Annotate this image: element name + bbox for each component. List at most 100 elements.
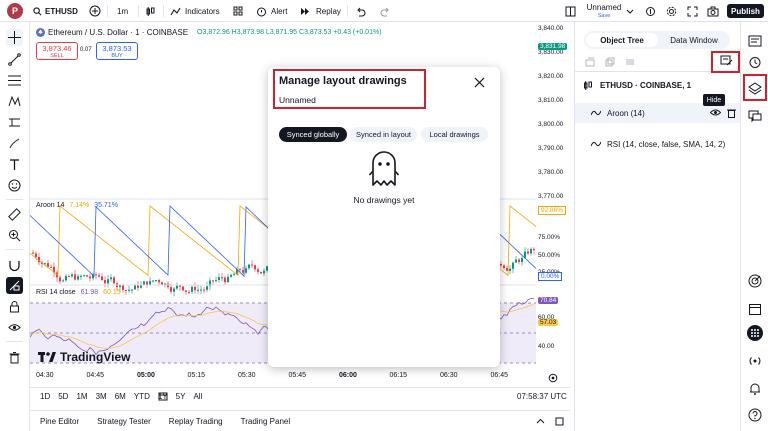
magnet-icon[interactable] <box>6 257 23 274</box>
help-icon[interactable] <box>746 406 764 424</box>
time-tick-label: 05:00 <box>137 372 155 379</box>
group-icon[interactable] <box>585 57 595 69</box>
alarm-clock-icon <box>257 7 266 16</box>
maximize-panel-icon[interactable] <box>555 417 564 428</box>
rsi-tick-label: 40.00 <box>538 343 555 350</box>
search-icon <box>33 6 42 15</box>
compare-symbol-button[interactable] <box>89 4 101 18</box>
eye-icon[interactable] <box>710 108 721 117</box>
fib-retracement-icon[interactable] <box>6 72 23 89</box>
alarm-clock-icon[interactable] <box>746 53 764 71</box>
tab-local-drawings[interactable]: Local drawings <box>421 127 488 142</box>
alert-button[interactable]: Alert <box>256 4 287 18</box>
chevron-down-icon[interactable] <box>626 4 634 18</box>
range-5d[interactable]: 5D <box>58 392 68 401</box>
aroon-legend[interactable]: Aroon 14 7.14% 35.71% <box>36 202 118 209</box>
zoom-in-icon[interactable] <box>6 227 23 244</box>
tree-item-aroon[interactable]: Aroon (14) <box>575 103 741 123</box>
gear-icon[interactable] <box>666 4 677 18</box>
time-axis[interactable]: 04:30 04:45 05:00 05:15 05:30 05:45 06:00 06:15… <box>30 372 536 384</box>
range-3m[interactable]: 3M <box>96 392 107 401</box>
layers-stack-icon[interactable] <box>625 57 635 69</box>
watchlist-icon[interactable] <box>746 32 764 50</box>
tab-synced-in-layout[interactable]: Synced in layout <box>350 127 417 142</box>
aroon-up-value-label: 92.86% <box>538 206 567 215</box>
trend-line-icon[interactable] <box>6 51 23 68</box>
tab-synced-globally[interactable]: Synced globally <box>279 127 347 142</box>
range-ytd[interactable]: YTD <box>134 392 150 401</box>
undo-button[interactable] <box>355 4 366 18</box>
tab-trading-panel[interactable]: Trading Panel <box>241 417 291 426</box>
forecast-icon[interactable] <box>6 114 23 131</box>
time-tick-label: 06:00 <box>339 372 357 379</box>
tab-data-window[interactable]: Data Window <box>660 33 728 47</box>
tab-object-tree[interactable]: Object Tree <box>586 33 658 47</box>
chart-type-button[interactable] <box>145 4 156 18</box>
templates-button[interactable] <box>233 4 243 18</box>
layout-name-button[interactable]: Unnamed Save <box>584 3 624 19</box>
target-icon[interactable] <box>746 272 764 290</box>
apps-grid-icon[interactable] <box>746 324 764 342</box>
symbol-search-button[interactable]: ETHUSD <box>33 4 78 18</box>
utc-clock[interactable]: 07:58:37 UTC <box>517 392 567 401</box>
sell-button[interactable]: 3,873.46 SELL <box>36 42 78 60</box>
tab-pine-editor[interactable]: Pine Editor <box>40 417 79 426</box>
buy-button[interactable]: 3,873.53 BUY <box>96 42 138 60</box>
candle <box>38 252 40 266</box>
candle <box>98 273 100 278</box>
candle <box>260 271 262 274</box>
broadcast-icon[interactable] <box>746 352 764 370</box>
interval-button[interactable]: 1m <box>117 4 128 18</box>
user-avatar[interactable]: P <box>7 3 23 19</box>
replay-button[interactable]: Replay <box>300 4 341 18</box>
layout-switcher-icon[interactable] <box>565 4 576 18</box>
camera-icon[interactable] <box>707 4 719 18</box>
chevron-up-icon[interactable] <box>536 417 545 428</box>
chat-icon[interactable] <box>746 107 764 125</box>
candle <box>131 288 133 294</box>
highlight-manage-drawings <box>711 51 740 73</box>
clone-icon[interactable] <box>605 57 615 69</box>
candle <box>503 264 505 271</box>
price-axis[interactable]: 3,840.00 3,830.00 3,820.00 3,810.00 3,800.00… <box>536 22 570 386</box>
lock-icon[interactable] <box>6 298 23 315</box>
lock-drawings-icon[interactable] <box>6 277 23 294</box>
candle <box>155 279 157 283</box>
indicators-button[interactable]: Indicators <box>170 4 220 18</box>
emoji-icon[interactable] <box>6 177 23 194</box>
rsi-legend[interactable]: RSI 14 close 61.98 60.15 <box>36 289 121 296</box>
trash-icon[interactable] <box>727 108 736 118</box>
pattern-icon[interactable] <box>6 93 23 110</box>
calendar-icon[interactable] <box>746 300 764 318</box>
candle <box>68 274 70 278</box>
candle <box>263 268 265 277</box>
candle <box>53 262 55 278</box>
main-series-row[interactable]: ETHUSD · COINBASE, 1 <box>583 78 733 92</box>
range-1m[interactable]: 1M <box>76 392 87 401</box>
candles-icon <box>146 6 155 16</box>
candle <box>125 289 127 295</box>
redo-button[interactable] <box>380 4 391 18</box>
candle <box>182 286 184 292</box>
eye-icon[interactable] <box>6 319 23 336</box>
brush-icon[interactable] <box>6 135 23 152</box>
symbol-legend[interactable]: Ethereum / U.S. Dollar · 1 · COINBASE O3… <box>36 28 382 37</box>
publish-button[interactable]: Publish <box>727 4 764 18</box>
tab-strategy-tester[interactable]: Strategy Tester <box>97 417 151 426</box>
tab-replay-trading[interactable]: Replay Trading <box>169 417 223 426</box>
range-6m[interactable]: 6M <box>115 392 126 401</box>
text-icon[interactable] <box>6 156 23 173</box>
crosshair-icon[interactable] <box>6 29 23 46</box>
close-icon[interactable] <box>474 77 485 90</box>
bell-icon[interactable] <box>746 380 764 398</box>
calendar-icon[interactable] <box>158 391 168 403</box>
quick-search-icon[interactable] <box>645 4 656 18</box>
range-5y[interactable]: 5Y <box>176 392 186 401</box>
range-all[interactable]: All <box>193 392 202 401</box>
trash-icon[interactable] <box>6 349 23 366</box>
tree-item-rsi[interactable]: RSI (14, close, false, SMA, 14, 2) <box>575 135 741 153</box>
range-1d[interactable]: 1D <box>40 392 50 401</box>
fullscreen-icon[interactable] <box>687 4 698 18</box>
undo-icon <box>357 7 366 16</box>
ruler-icon[interactable] <box>6 206 23 223</box>
